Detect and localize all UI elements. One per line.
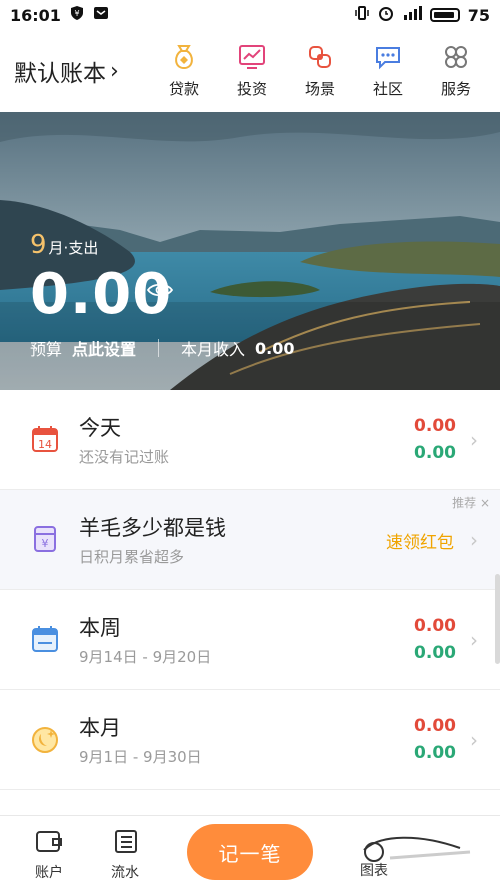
month-income: 0.00 [414,743,456,763]
tab-account[interactable]: 账户 [24,828,74,882]
moon-icon [30,724,60,754]
calendar-14-icon: 14 [30,424,60,454]
tab-account-label: 账户 [35,865,63,881]
services-grid-icon [439,40,473,74]
signal-icon [402,5,422,25]
promo-subtitle: 日积月累省超多 [79,548,185,566]
eye-icon[interactable] [146,280,174,304]
week-income: 0.00 [414,643,456,663]
shield-icon: ¥ [69,5,85,25]
loan-bag-icon [167,40,201,74]
week-calendar-icon [30,624,60,654]
week-expense: 0.00 [414,616,456,636]
budget-row: 预算 点此设置 本月收入 0.00 [30,336,295,360]
month-suffix: 月·支出 [48,239,99,257]
today-title: 今天 [79,416,121,440]
month-expense-label: 9 月·支出 [30,230,98,260]
tab-flow-label: 流水 [111,865,139,881]
today-expense: 0.00 [414,416,456,436]
battery-percent: 75 [467,5,490,25]
divider [158,339,160,357]
coupon-yen-icon: ¥ [30,524,60,554]
svg-text:14: 14 [38,438,52,451]
income-value: 0.00 [255,338,295,358]
invest-chart-icon [235,40,269,74]
header: 默认账本 › 贷款 投资 场景 社区 服务 [0,30,500,112]
week-title: 本周 [79,616,121,640]
chevron-right-icon: › [470,728,478,752]
message-icon [93,5,109,25]
scene-icon [303,40,337,74]
nav-scene-label: 场景 [304,80,335,98]
scrollbar[interactable] [495,574,500,664]
battery-icon [429,8,460,22]
recommend-tag-close[interactable]: 推荐 × [452,494,490,511]
nav-invest-label: 投资 [236,80,267,98]
status-bar: 16:01 ¥ 75 [0,0,500,30]
monthly-summary-card[interactable]: 9 月·支出 0.00 预算 点此设置 本月收入 0.00 [0,112,500,390]
chevron-right-icon: › [470,428,478,452]
svg-text:¥: ¥ [42,537,49,550]
status-time: 16:01 [10,5,61,25]
svg-text:¥: ¥ [74,9,79,18]
month-number: 9 [30,230,47,260]
community-chat-icon [371,40,405,74]
chevron-right-icon: › [110,58,119,84]
top-nav: 贷款 投资 场景 社区 服务 [150,40,490,99]
tab-flow[interactable]: 流水 [100,828,150,882]
add-record-button[interactable]: 记一笔 [187,824,313,880]
nav-invest[interactable]: 投资 [218,40,286,99]
list-item-month[interactable]: 本月 9月1日 - 9月30日 0.00 0.00 › [0,690,500,790]
tab-chart-label: 图表 [360,863,388,879]
nav-loan[interactable]: 贷款 [150,40,218,99]
today-income: 0.00 [414,443,456,463]
budget-label: 预算 [30,340,63,359]
bottom-tab-bar: 账户 流水 记一笔 图表 [0,815,500,889]
vibrate-icon [354,5,370,25]
alarm-icon [378,5,394,25]
ledger-list-icon [110,828,140,858]
week-date-range: 9月14日 - 9月20日 [79,648,212,666]
list-item-today[interactable]: 14 今天 还没有记过账 0.00 0.00 › [0,390,500,490]
promo-title: 羊毛多少都是钱 [79,516,226,540]
today-subtitle: 还没有记过账 [79,448,170,466]
budget-set-link[interactable]: 点此设置 [72,336,136,360]
month-title: 本月 [79,716,121,740]
income-label: 本月收入 [181,340,246,359]
nav-loan-label: 贷款 [168,80,199,98]
month-expense: 0.00 [414,716,456,736]
claim-red-packet-link[interactable]: 速领红包 [386,528,454,553]
chevron-right-icon: › [470,628,478,652]
nav-services-label: 服务 [440,80,471,98]
nav-scene[interactable]: 场景 [286,40,354,99]
wallet-icon [34,828,64,858]
list-item-promo[interactable]: 推荐 × ¥ 羊毛多少都是钱 日积月累省超多 速领红包 › [0,490,500,590]
nav-services[interactable]: 服务 [422,40,490,99]
summary-list: 14 今天 还没有记过账 0.00 0.00 › 推荐 × ¥ 羊毛多少都是钱 … [0,390,500,790]
tab-chart[interactable]: 图表 [360,828,480,879]
month-date-range: 9月1日 - 9月30日 [79,748,202,766]
account-book-title: 默认账本 [14,61,106,87]
nav-community[interactable]: 社区 [354,40,422,99]
account-book-selector[interactable]: 默认账本 › [14,54,119,88]
nav-community-label: 社区 [372,80,403,98]
list-item-week[interactable]: 本周 9月14日 - 9月20日 0.00 0.00 › [0,590,500,690]
chevron-right-icon: › [470,528,478,552]
